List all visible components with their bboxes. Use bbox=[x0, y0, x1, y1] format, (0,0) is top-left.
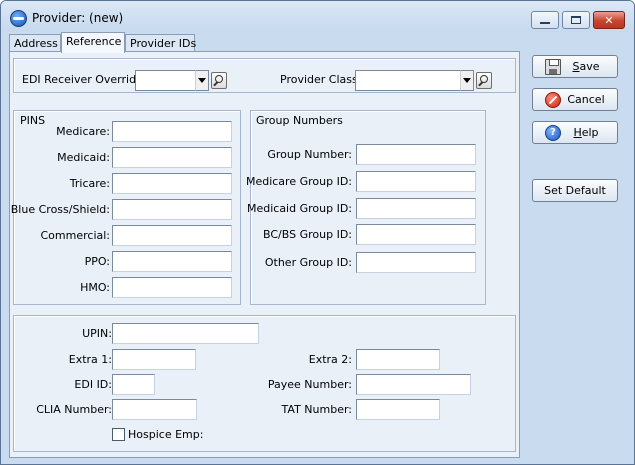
minimize-icon bbox=[540, 22, 550, 24]
ppo-label: PPO: bbox=[84, 255, 110, 268]
close-icon: ✕ bbox=[604, 13, 614, 27]
app-logo-icon bbox=[10, 10, 27, 27]
title-bar[interactable]: Provider: (new) ✕ bbox=[1, 1, 634, 32]
close-button[interactable]: ✕ bbox=[593, 11, 625, 29]
tat-number-label: TAT Number: bbox=[281, 403, 352, 416]
maximize-icon bbox=[571, 16, 581, 24]
blue-cross-shield-pin-input[interactable] bbox=[112, 199, 232, 220]
group-numbers-caption: Group Numbers bbox=[256, 114, 343, 127]
tab-address[interactable]: Address bbox=[9, 34, 61, 52]
provider-class-lookup-button[interactable] bbox=[476, 72, 492, 89]
cancel-icon bbox=[545, 91, 561, 108]
save-button[interactable]: Save bbox=[532, 55, 618, 78]
medicaid-label: Medicaid: bbox=[57, 151, 110, 164]
upin-label: UPIN: bbox=[82, 327, 112, 340]
bcbs-group-id-input[interactable] bbox=[356, 224, 476, 245]
save-icon bbox=[545, 58, 561, 75]
edi-receiver-override-dropdown[interactable] bbox=[195, 70, 209, 91]
edi-group: EDI Receiver Override: Provider Class: bbox=[13, 58, 516, 93]
group-number-input[interactable] bbox=[356, 144, 476, 165]
provider-class-input[interactable] bbox=[355, 70, 460, 91]
hospice-emp-label: Hospice Emp: bbox=[128, 428, 204, 441]
commercial-pin-input[interactable] bbox=[112, 225, 232, 246]
cancel-button[interactable]: Cancel bbox=[532, 88, 618, 111]
lookup-icon bbox=[215, 75, 223, 83]
clia-number-input[interactable] bbox=[112, 399, 197, 420]
lookup-icon bbox=[480, 75, 488, 83]
chevron-down-icon bbox=[198, 78, 206, 83]
upin-input[interactable] bbox=[112, 323, 259, 344]
hospice-emp-checkbox[interactable] bbox=[112, 428, 125, 441]
pins-caption: PINS bbox=[20, 114, 46, 127]
maximize-button[interactable] bbox=[562, 11, 590, 29]
help-button-label: Help bbox=[573, 126, 599, 139]
medicare-group-id-input[interactable] bbox=[356, 171, 476, 192]
extra1-label: Extra 1: bbox=[68, 353, 112, 366]
commercial-label: Commercial: bbox=[40, 229, 111, 242]
medicare-group-id-label: Medicare Group ID: bbox=[245, 175, 352, 188]
window-title: Provider: (new) bbox=[32, 11, 124, 25]
provider-window: Provider: (new) ✕ Address Reference Prov… bbox=[0, 0, 635, 465]
hmo-label: HMO: bbox=[80, 281, 110, 294]
cancel-button-label: Cancel bbox=[567, 93, 605, 106]
edi-receiver-override-combo[interactable] bbox=[135, 70, 227, 91]
edi-id-label: EDI ID: bbox=[74, 378, 112, 391]
help-button[interactable]: ? Help bbox=[532, 121, 618, 144]
hmo-pin-input[interactable] bbox=[112, 277, 232, 298]
set-default-button[interactable]: Set Default bbox=[532, 179, 618, 202]
blue-cross-shield-label: Blue Cross/Shield: bbox=[10, 203, 110, 216]
other-group-id-input[interactable] bbox=[356, 252, 476, 273]
pins-group: PINS Medicare: Medicaid: Tricare: Blue C… bbox=[10, 110, 241, 305]
group-numbers-group: Group Numbers Group Number: Medicare Gro… bbox=[246, 110, 486, 305]
edi-receiver-override-lookup-button[interactable] bbox=[211, 72, 227, 89]
medicare-pin-input[interactable] bbox=[112, 121, 232, 142]
provider-class-dropdown[interactable] bbox=[460, 70, 474, 91]
clia-number-label: CLIA Number: bbox=[36, 403, 112, 416]
bcbs-group-id-label: BC/BS Group ID: bbox=[263, 228, 352, 241]
extra2-input[interactable] bbox=[356, 349, 440, 370]
tricare-pin-input[interactable] bbox=[112, 173, 232, 194]
tricare-label: Tricare: bbox=[69, 177, 110, 190]
help-icon: ? bbox=[545, 124, 561, 141]
medicare-label: Medicare: bbox=[56, 125, 110, 138]
provider-class-combo[interactable] bbox=[355, 70, 492, 91]
group-number-label: Group Number: bbox=[267, 148, 352, 161]
medicaid-group-id-input[interactable] bbox=[356, 198, 476, 219]
tab-reference[interactable]: Reference bbox=[61, 32, 125, 53]
tat-number-input[interactable] bbox=[356, 399, 440, 420]
minimize-button[interactable] bbox=[531, 11, 559, 29]
chevron-down-icon bbox=[463, 78, 471, 83]
provider-class-label: Provider Class: bbox=[280, 73, 362, 86]
extra1-input[interactable] bbox=[112, 349, 196, 370]
reference-tab-panel: EDI Receiver Override: Provider Class: P… bbox=[9, 51, 520, 458]
payee-number-label: Payee Number: bbox=[267, 378, 352, 391]
save-button-label: Save bbox=[572, 60, 600, 73]
other-group-id-label: Other Group ID: bbox=[264, 256, 352, 269]
extra2-label: Extra 2: bbox=[308, 353, 352, 366]
edi-receiver-override-label: EDI Receiver Override: bbox=[22, 73, 147, 86]
medicaid-pin-input[interactable] bbox=[112, 147, 232, 168]
medicaid-group-id-label: Medicaid Group ID: bbox=[246, 202, 352, 215]
identifiers-group: UPIN: Extra 1: EDI ID: CLIA Number: Extr… bbox=[13, 315, 516, 452]
edi-receiver-override-input[interactable] bbox=[135, 70, 195, 91]
edi-id-input[interactable] bbox=[112, 374, 155, 395]
set-default-button-label: Set Default bbox=[544, 184, 606, 197]
ppo-pin-input[interactable] bbox=[112, 251, 232, 272]
tab-provider-ids[interactable]: Provider IDs bbox=[125, 34, 196, 52]
payee-number-input[interactable] bbox=[356, 374, 471, 395]
